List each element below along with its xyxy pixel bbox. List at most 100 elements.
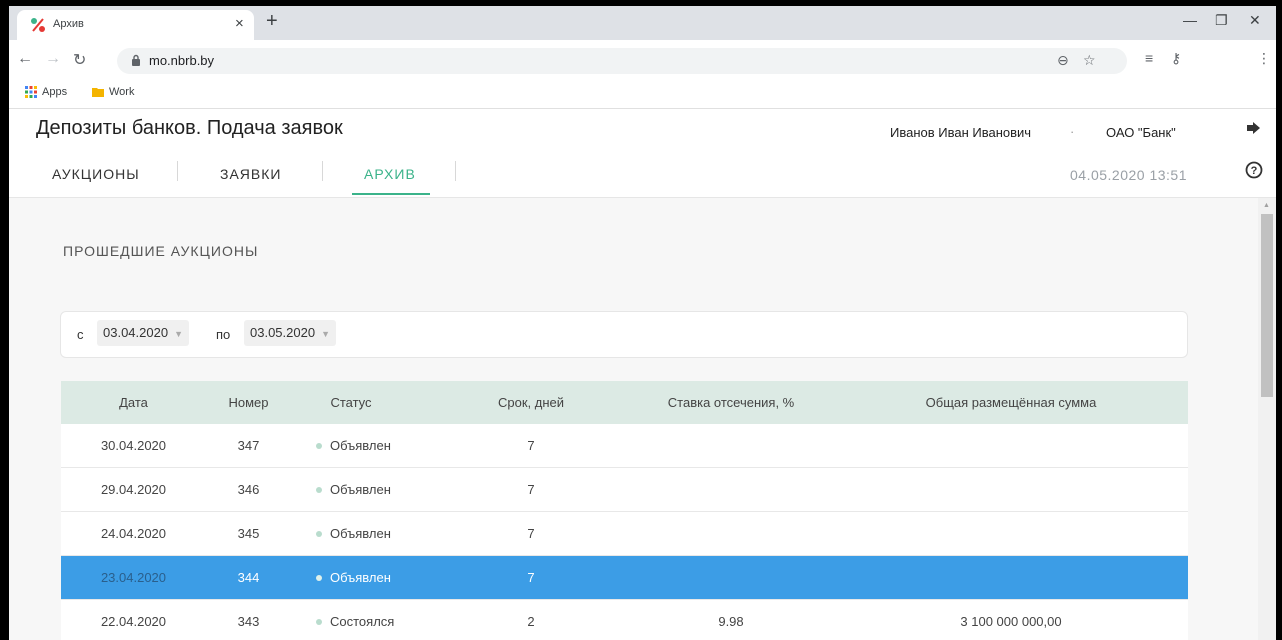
minimize-icon[interactable]: — [1183,12,1197,28]
cell-date: 23.04.2020 [100,570,167,585]
status-text: Состоялся [330,614,395,629]
separator: · [1070,124,1075,139]
back-icon[interactable]: ← [17,50,33,68]
nav-divider [177,161,178,181]
from-date-value: 03.04.2020 [103,325,169,340]
status-dot-icon [316,443,322,449]
date-filter: с 03.04.2020 ▼ по 03.05.2020 ▼ [60,311,1188,358]
to-label: по [216,327,231,342]
organization-name: ОАО "Банк" [1106,125,1176,140]
table-row-selected[interactable]: 23.04.2020 344 Объявлен 7 [61,556,1188,600]
table-header: Дата Номер Статус Срок, дней Ставка отсе… [61,381,1188,424]
tab-title: Архив [53,18,84,30]
column-header-date[interactable]: Дата [61,395,206,410]
menu-icon[interactable]: ⋮ [1257,50,1271,67]
frame-border [1276,0,1282,640]
column-header-number[interactable]: Номер [211,395,286,410]
close-window-icon[interactable]: ✕ [1249,12,1261,29]
cell-number: 344 [237,570,260,585]
apps-grid-icon [25,86,37,98]
bookmark-work[interactable]: Work [92,86,134,98]
bookmark-label: Apps [42,86,68,98]
to-date-value: 03.05.2020 [250,325,316,340]
status-dot-icon [316,575,322,581]
chevron-down-icon: ▼ [174,329,183,339]
active-tab-indicator [352,193,430,195]
cell-date: 24.04.2020 [100,526,167,541]
cell-status: Состоялся [316,614,426,629]
from-date-select[interactable]: 03.04.2020 ▼ [97,320,189,346]
cell-status: Объявлен [316,438,426,453]
nav-divider [322,161,323,181]
user-name[interactable]: Иванов Иван Иванович [890,125,1031,140]
frame-border [0,0,1282,6]
browser-window: Архив × + — ❐ ✕ ← → ↻ mo.nbrb.by ⊖ ☆ ≡ ⚷… [0,0,1282,640]
tab-auctions[interactable]: АУКЦИОНЫ [52,166,140,182]
app-header: Депозиты банков. Подача заявок Иванов Ив… [9,109,1276,198]
cell-date: 22.04.2020 [100,614,167,629]
logout-icon[interactable] [1245,119,1263,137]
restore-icon[interactable]: ❐ [1215,12,1228,29]
url-text: mo.nbrb.by [149,53,215,68]
status-text: Объявлен [330,482,391,497]
tab-close-icon[interactable]: × [235,15,244,32]
page-scrollbar[interactable]: ▲ [1258,198,1276,640]
tab-applications[interactable]: ЗАЯВКИ [220,166,281,182]
new-tab-icon[interactable]: + [266,10,278,33]
cell-sum: 3 100 000 000,00 [960,614,1062,629]
cell-rate: 9.98 [718,614,744,629]
scroll-up-icon[interactable]: ▲ [1263,202,1270,209]
percent-favicon-icon [31,18,45,32]
section-title: ПРОШЕДШИЕ АУКЦИОНЫ [63,243,259,259]
cell-date: 29.04.2020 [100,482,167,497]
star-icon[interactable]: ☆ [1083,52,1096,69]
current-datetime: 04.05.2020 13:51 [1070,167,1187,183]
cell-date: 30.04.2020 [100,438,167,453]
table-row[interactable]: 30.04.2020 347 Объявлен 7 [61,424,1188,468]
table-row[interactable]: 22.04.2020 343 Состоялся 2 9.98 3 100 00… [61,600,1188,640]
status-text: Объявлен [330,526,391,541]
main-content: ПРОШЕДШИЕ АУКЦИОНЫ с 03.04.2020 ▼ по 03.0… [9,198,1258,640]
bookmarks-bar: Apps Work [9,80,1276,109]
lock-icon [132,54,140,66]
auctions-table: Дата Номер Статус Срок, дней Ставка отсе… [61,381,1188,640]
to-date-select[interactable]: 03.05.2020 ▼ [244,320,336,346]
cell-term: 7 [527,526,535,541]
table-row[interactable]: 29.04.2020 346 Объявлен 7 [61,468,1188,512]
column-header-term[interactable]: Срок, дней [481,395,581,410]
frame-border [0,0,9,640]
chevron-down-icon: ▼ [321,329,330,339]
browser-tab[interactable]: Архив × [17,10,254,40]
tab-archive[interactable]: АРХИВ [364,166,416,182]
status-text: Объявлен [330,438,391,453]
status-dot-icon [316,487,322,493]
cell-number: 347 [237,438,260,453]
bookmark-apps[interactable]: Apps [25,86,67,98]
column-header-status[interactable]: Статус [306,395,396,410]
cell-term: 7 [527,570,535,585]
status-dot-icon [316,619,322,625]
cell-status: Объявлен [316,482,426,497]
help-icon[interactable]: ? [1245,161,1263,179]
cell-number: 346 [237,482,260,497]
scroll-thumb[interactable] [1261,214,1273,397]
playlist-icon[interactable]: ≡ [1145,50,1153,66]
table-row[interactable]: 24.04.2020 345 Объявлен 7 [61,512,1188,556]
forward-icon[interactable]: → [45,50,61,68]
folder-icon [92,88,104,97]
key-icon[interactable]: ⚷ [1171,50,1181,67]
page-title: Депозиты банков. Подача заявок [36,117,343,139]
reload-icon[interactable]: ↻ [73,50,86,70]
zoom-icon[interactable]: ⊖ [1057,52,1069,69]
cell-number: 345 [237,526,260,541]
browser-toolbar: ← → ↻ mo.nbrb.by ⊖ ☆ ≡ ⚷ ⋮ [9,40,1276,80]
cell-term: 7 [527,482,535,497]
address-bar[interactable]: mo.nbrb.by ⊖ ☆ [117,48,1127,74]
status-dot-icon [316,531,322,537]
column-header-rate[interactable]: Ставка отсечения, % [631,395,831,410]
bookmark-label: Work [109,86,135,98]
cell-status: Объявлен [316,570,426,585]
cell-term: 2 [527,614,535,629]
column-header-sum[interactable]: Общая размещённая сумма [861,395,1161,410]
from-label: с [77,327,84,342]
